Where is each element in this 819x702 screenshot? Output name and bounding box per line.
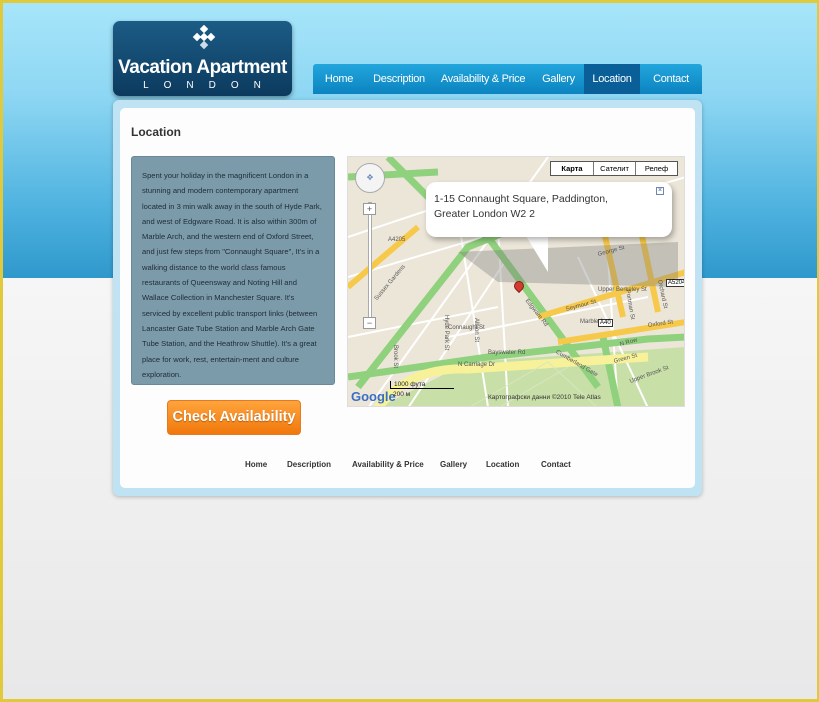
diamond-logo-icon (192, 25, 216, 50)
map-label-brook-st: Brook St (392, 345, 398, 369)
footer-link-availability-price[interactable]: Availability & Price (352, 460, 424, 469)
info-window: 1-15 Connaught Square, Paddington, Great… (426, 182, 672, 237)
map-label: Bayswater Rd (488, 350, 526, 356)
map-type-control: Карта Сателит Релеф (550, 161, 678, 176)
info-window-address: 1-15 Connaught Square, Paddington, Great… (434, 193, 608, 220)
content-inner: Location Spent your holiday in the magni… (120, 108, 695, 488)
map-label: N Carriage Dr (458, 362, 496, 368)
main-nav: Home Description Availability & Price Ga… (313, 64, 702, 94)
map-label-a5204: A5204 (666, 279, 684, 287)
info-window-tail (526, 236, 548, 272)
nav-location[interactable]: Location (584, 64, 640, 94)
nav-gallery[interactable]: Gallery (533, 64, 584, 94)
footer-link-contact[interactable]: Contact (541, 460, 571, 469)
check-availability-button[interactable]: Check Availability (167, 400, 301, 435)
nav-home[interactable]: Home (313, 64, 365, 94)
map-attribution: Картографски данни ©2010 Tele Atlas (488, 394, 601, 401)
footer-link-location[interactable]: Location (486, 460, 519, 469)
map-label: Upper Berkeley St (598, 287, 647, 293)
nav-contact[interactable]: Contact (640, 64, 702, 94)
nav-availability-price[interactable]: Availability & Price (433, 64, 533, 94)
scale-feet: 1000 фута (390, 381, 454, 389)
map-label-albion-st: Albion St (473, 318, 479, 343)
footer-link-description[interactable]: Description (287, 460, 331, 469)
nav-description[interactable]: Description (365, 64, 433, 94)
logo-subtitle: LONDON (143, 80, 276, 91)
zoom-out-button[interactable]: − (363, 317, 376, 329)
content-panel: Location Spent your holiday in the magni… (113, 100, 702, 496)
map-label-hyde-park-st: Hyde Park St (443, 315, 449, 351)
map-label: A4205 (388, 237, 406, 243)
footer-link-home[interactable]: Home (245, 460, 267, 469)
map-label: Connaught St (448, 325, 485, 331)
map-label: A40 (598, 319, 613, 327)
map-type-satellite[interactable]: Сателит (593, 162, 635, 175)
page-title: Location (131, 125, 181, 139)
description-box: Spent your holiday in the magnificent Lo… (131, 156, 335, 385)
site-logo[interactable]: Vacation Apartment LONDON (113, 21, 292, 96)
footer-link-gallery[interactable]: Gallery (440, 460, 467, 469)
map-type-terrain[interactable]: Релеф (635, 162, 677, 175)
logo-title: Vacation Apartment (118, 57, 287, 78)
google-map[interactable]: Edgware Rd Sussex Gardens Connaught St S… (347, 156, 685, 407)
map-scale: 1000 фута 200 м (390, 381, 454, 398)
close-icon[interactable]: × (656, 187, 664, 195)
pan-control[interactable]: ✥ (355, 163, 385, 193)
map-type-map[interactable]: Карта (551, 162, 593, 175)
scale-meters: 200 м (393, 391, 411, 398)
zoom-in-button[interactable]: + (363, 203, 376, 215)
zoom-slider[interactable] (368, 202, 372, 322)
